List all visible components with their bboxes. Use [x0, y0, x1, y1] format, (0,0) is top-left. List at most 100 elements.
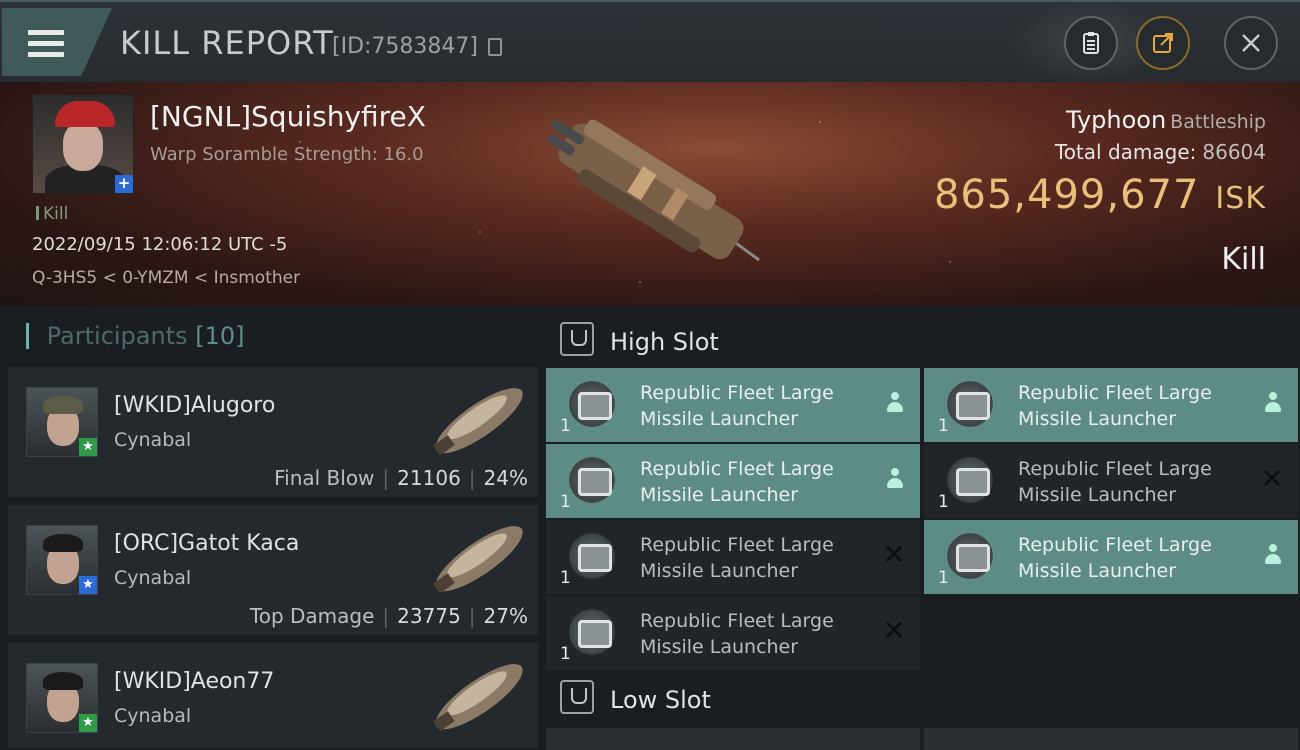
scramble-strength: Warp Soramble Strength: 16.0 [150, 144, 424, 165]
star-icon: ★ [79, 714, 97, 732]
module-name: Republic Fleet Large Missile Launcher [1018, 382, 1212, 430]
participants-header: Participants [10] [26, 322, 245, 350]
participant-stats: Final Blow | 21106 | 24% [274, 466, 528, 490]
low-slot-header: Low Slot [560, 680, 711, 714]
high-slot-label: High Slot [610, 328, 719, 356]
victim-ship-name[interactable]: Typhoon Battleship [1066, 106, 1266, 134]
missile-launcher-icon [562, 376, 622, 432]
participants-label: Participants [46, 322, 188, 350]
clipboard-button[interactable] [1064, 16, 1118, 70]
module-item[interactable]: 1 Republic Fleet Large Missile Launcher ✕ [546, 596, 920, 670]
kill-tag: Kill [36, 204, 68, 224]
kill-location[interactable]: Q-3HS5 < 0-YMZM < Insmother [32, 268, 300, 288]
module-quantity: 1 [938, 416, 949, 436]
fitted-icon [1264, 544, 1282, 566]
participant-ship-image [433, 664, 523, 732]
participant-row[interactable]: ★ [WKID]Alugoro Cynabal Final Blow | 21106… [8, 367, 538, 499]
missile-launcher-icon [940, 376, 1000, 432]
module-item[interactable]: 1 Republic Fleet Large Missile Launcher ✕ [924, 444, 1298, 518]
participant-ship: Cynabal [114, 705, 192, 727]
avatar: ★ [26, 387, 98, 457]
missile-launcher-icon [562, 528, 622, 584]
module-quantity: 1 [560, 416, 571, 436]
participant-ship: Cynabal [114, 567, 192, 589]
module-name: Republic Fleet Large Missile Launcher [640, 382, 834, 430]
clipboard-icon [1083, 32, 1099, 54]
module-name: Republic Fleet Large Missile Launcher [1018, 458, 1212, 506]
fitted-icon [886, 468, 904, 490]
participant-name: [WKID]Aeon77 [114, 669, 275, 694]
participant-name: [ORC]Gatot Kaca [114, 531, 300, 556]
copy-icon[interactable] [488, 38, 502, 56]
plus-icon: + [115, 175, 133, 193]
participants-count: [10] [195, 322, 245, 350]
damage-percent: 24% [483, 466, 528, 490]
victim-ship-image [547, 119, 760, 262]
module-name: Republic Fleet Large Missile Launcher [1018, 534, 1212, 582]
fitted-icon [886, 392, 904, 414]
module-item[interactable] [546, 728, 920, 750]
avatar: ★ [26, 663, 98, 733]
victim-portrait[interactable]: + [32, 94, 134, 194]
missile-launcher-icon [562, 604, 622, 660]
low-slot-label: Low Slot [610, 686, 711, 714]
close-icon [1242, 34, 1260, 52]
kill-datetime: 2022/09/15 12:06:12 UTC -5 [32, 234, 288, 255]
participant-ship-image [433, 526, 523, 594]
isk-value: 865,499,677 ISK [934, 172, 1266, 218]
isk-unit: ISK [1215, 181, 1266, 216]
share-button[interactable] [1136, 16, 1190, 70]
module-quantity: 1 [560, 644, 571, 664]
star-icon: ★ [79, 438, 97, 456]
damage-percent: 27% [483, 604, 528, 628]
total-damage: Total damage: 86604 [1055, 140, 1266, 164]
star-icon: ★ [79, 576, 97, 594]
module-quantity: 1 [560, 568, 571, 588]
damage-value: 23775 [397, 604, 461, 628]
module-item[interactable]: 1 Republic Fleet Large Missile Launcher ✕ [546, 520, 920, 594]
module-name: Republic Fleet Large Missile Launcher [640, 610, 834, 658]
damage-value: 21106 [397, 466, 461, 490]
module-item[interactable]: 1 Republic Fleet Large Missile Launcher [924, 368, 1298, 442]
module-item[interactable] [924, 728, 1298, 750]
isk-amount: 865,499,677 [933, 172, 1200, 218]
participant-row[interactable]: ★ [ORC]Gatot Kaca Cynabal Top Damage | 237… [8, 505, 538, 637]
module-name: Republic Fleet Large Missile Launcher [640, 534, 834, 582]
header-bar: KILL REPORT [ID:7583847] [0, 0, 1300, 84]
destroyed-icon: ✕ [1260, 462, 1284, 495]
ship-class: Battleship [1170, 111, 1266, 133]
missile-launcher-icon [940, 452, 1000, 508]
participant-ship: Cynabal [114, 429, 192, 451]
high-slot-icon [560, 322, 594, 356]
avatar: ★ [26, 525, 98, 595]
high-slot-header: High Slot [560, 322, 719, 356]
module-item[interactable]: 1 Republic Fleet Large Missile Launcher [546, 444, 920, 518]
missile-launcher-icon [562, 452, 622, 508]
module-item[interactable]: 1 Republic Fleet Large Missile Launcher [924, 520, 1298, 594]
module-quantity: 1 [938, 492, 949, 512]
stat-label: Final Blow [274, 466, 375, 490]
module-quantity: 1 [560, 492, 571, 512]
total-damage-label: Total damage: [1054, 140, 1197, 164]
module-item[interactable]: 1 Republic Fleet Large Missile Launcher [546, 368, 920, 442]
victim-name[interactable]: [NGNL]SquishyfireX [150, 100, 426, 133]
total-damage-value: 86604 [1202, 140, 1266, 164]
participant-ship-image [433, 388, 523, 456]
module-quantity: 1 [938, 568, 949, 588]
share-icon [1153, 33, 1173, 53]
close-button[interactable] [1224, 16, 1278, 70]
kill-outcome: Kill [1221, 242, 1266, 277]
participant-row[interactable]: ★ [WKID]Aeon77 Cynabal [8, 643, 538, 750]
low-slot-icon [560, 680, 594, 714]
missile-launcher-icon [940, 528, 1000, 584]
ship-type: Typhoon [1066, 106, 1167, 134]
menu-button[interactable] [2, 8, 112, 76]
destroyed-icon: ✕ [882, 614, 906, 647]
stat-label: Top Damage [249, 604, 375, 628]
fitted-icon [1264, 392, 1282, 414]
destroyed-icon: ✕ [882, 538, 906, 571]
participant-name: [WKID]Alugoro [114, 393, 276, 418]
report-id: [ID:7583847] [332, 34, 478, 59]
menu-icon [28, 30, 64, 58]
module-name: Republic Fleet Large Missile Launcher [640, 458, 834, 506]
